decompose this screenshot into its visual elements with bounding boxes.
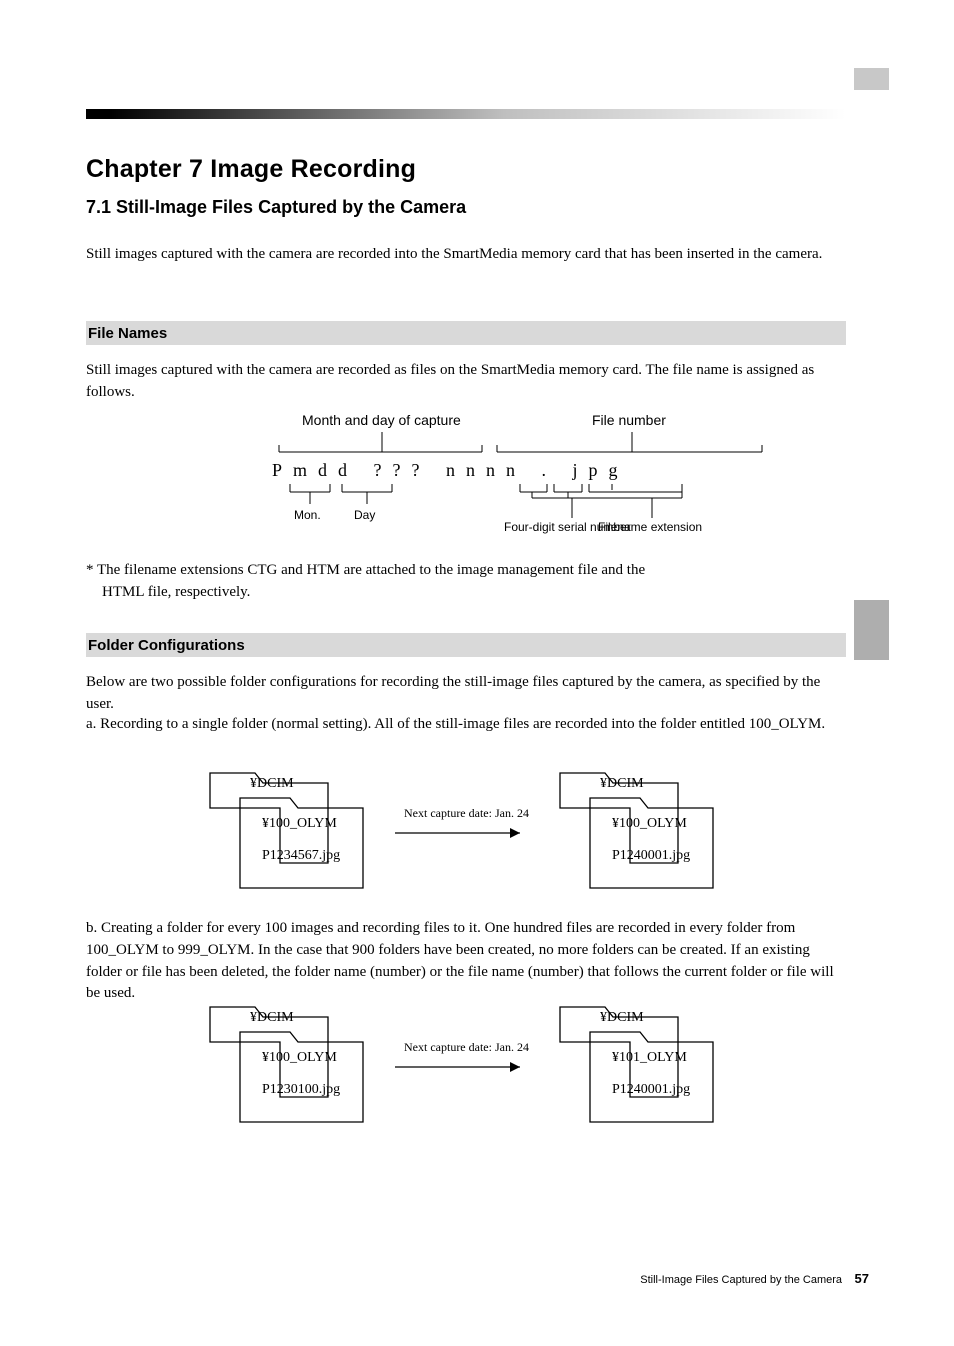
page-number: 57: [855, 1271, 869, 1286]
filename-example: Pmdd ??? nnnn . jpg: [272, 460, 628, 481]
side-tab: [854, 600, 889, 660]
subhead-label: Folder Configurations: [86, 637, 245, 654]
group-file-number: File number: [592, 412, 666, 428]
file-right: P1240001.jpg: [612, 848, 690, 864]
header-bar: [854, 68, 889, 90]
root-right: ¥DCIM: [600, 1010, 644, 1026]
gradient-divider: [86, 109, 846, 119]
subhead-label: File Names: [86, 325, 167, 342]
root-right: ¥DCIM: [600, 776, 644, 792]
file-left: P1230100.jpg: [262, 1082, 340, 1098]
bullet-a-text: Recording to a single folder (normal set…: [100, 716, 825, 732]
arrow-label: Next capture date: Jan. 24: [404, 1040, 529, 1055]
part-day: Day: [354, 508, 375, 522]
diagram-b: ¥DCIM ¥100_OLYM P1230100.jpg Next captur…: [200, 992, 760, 1172]
group-month-day: Month and day of capture: [302, 412, 461, 428]
arrow-label: Next capture date: Jan. 24: [404, 806, 529, 821]
bullet-a-label: a.: [86, 716, 96, 732]
page: Chapter 7 Image Recording 7.1 Still-Imag…: [0, 0, 954, 1346]
intro-paragraph: Still images captured with the camera ar…: [86, 244, 846, 266]
running-footer: Still-Image Files Captured by the Camera: [640, 1274, 842, 1286]
part-month: Mon.: [294, 508, 321, 522]
folder-left: ¥100_OLYM: [262, 1050, 337, 1066]
root-left: ¥DCIM: [250, 1010, 294, 1026]
filename-note-line1: * The filename extensions CTG and HTM ar…: [86, 560, 846, 582]
subhead-file-names: File Names: [86, 321, 846, 345]
bullet-b-text: Creating a folder for every 100 images a…: [86, 920, 834, 1001]
root-left: ¥DCIM: [250, 776, 294, 792]
folder-left: ¥100_OLYM: [262, 816, 337, 832]
section-title: 7.1 Still-Image Files Captured by the Ca…: [86, 197, 466, 218]
filename-diagram: Month and day of capture File number Pmd…: [272, 412, 792, 562]
subhead-folder-configs: Folder Configurations: [86, 633, 846, 657]
part-serial: Four-digit serial number: [504, 520, 631, 534]
configs-lead: Below are two possible folder configurat…: [86, 672, 846, 716]
file-right: P1240001.jpg: [612, 1082, 690, 1098]
bullet-a: a. Recording to a single folder (normal …: [86, 714, 846, 736]
filename-diagram-svg: [272, 412, 792, 562]
chapter-title: Chapter 7 Image Recording: [86, 155, 416, 184]
folder-right: ¥100_OLYM: [612, 816, 687, 832]
folder-right: ¥101_OLYM: [612, 1050, 687, 1066]
bullet-b-label: b.: [86, 920, 97, 936]
filename-note-line2: HTML file, respectively.: [102, 582, 862, 604]
file-left: P1234567.jpg: [262, 848, 340, 864]
filenames-paragraph: Still images captured with the camera ar…: [86, 360, 846, 404]
diagram-a: ¥DCIM ¥100_OLYM P1234567.jpg Next captur…: [200, 758, 760, 938]
